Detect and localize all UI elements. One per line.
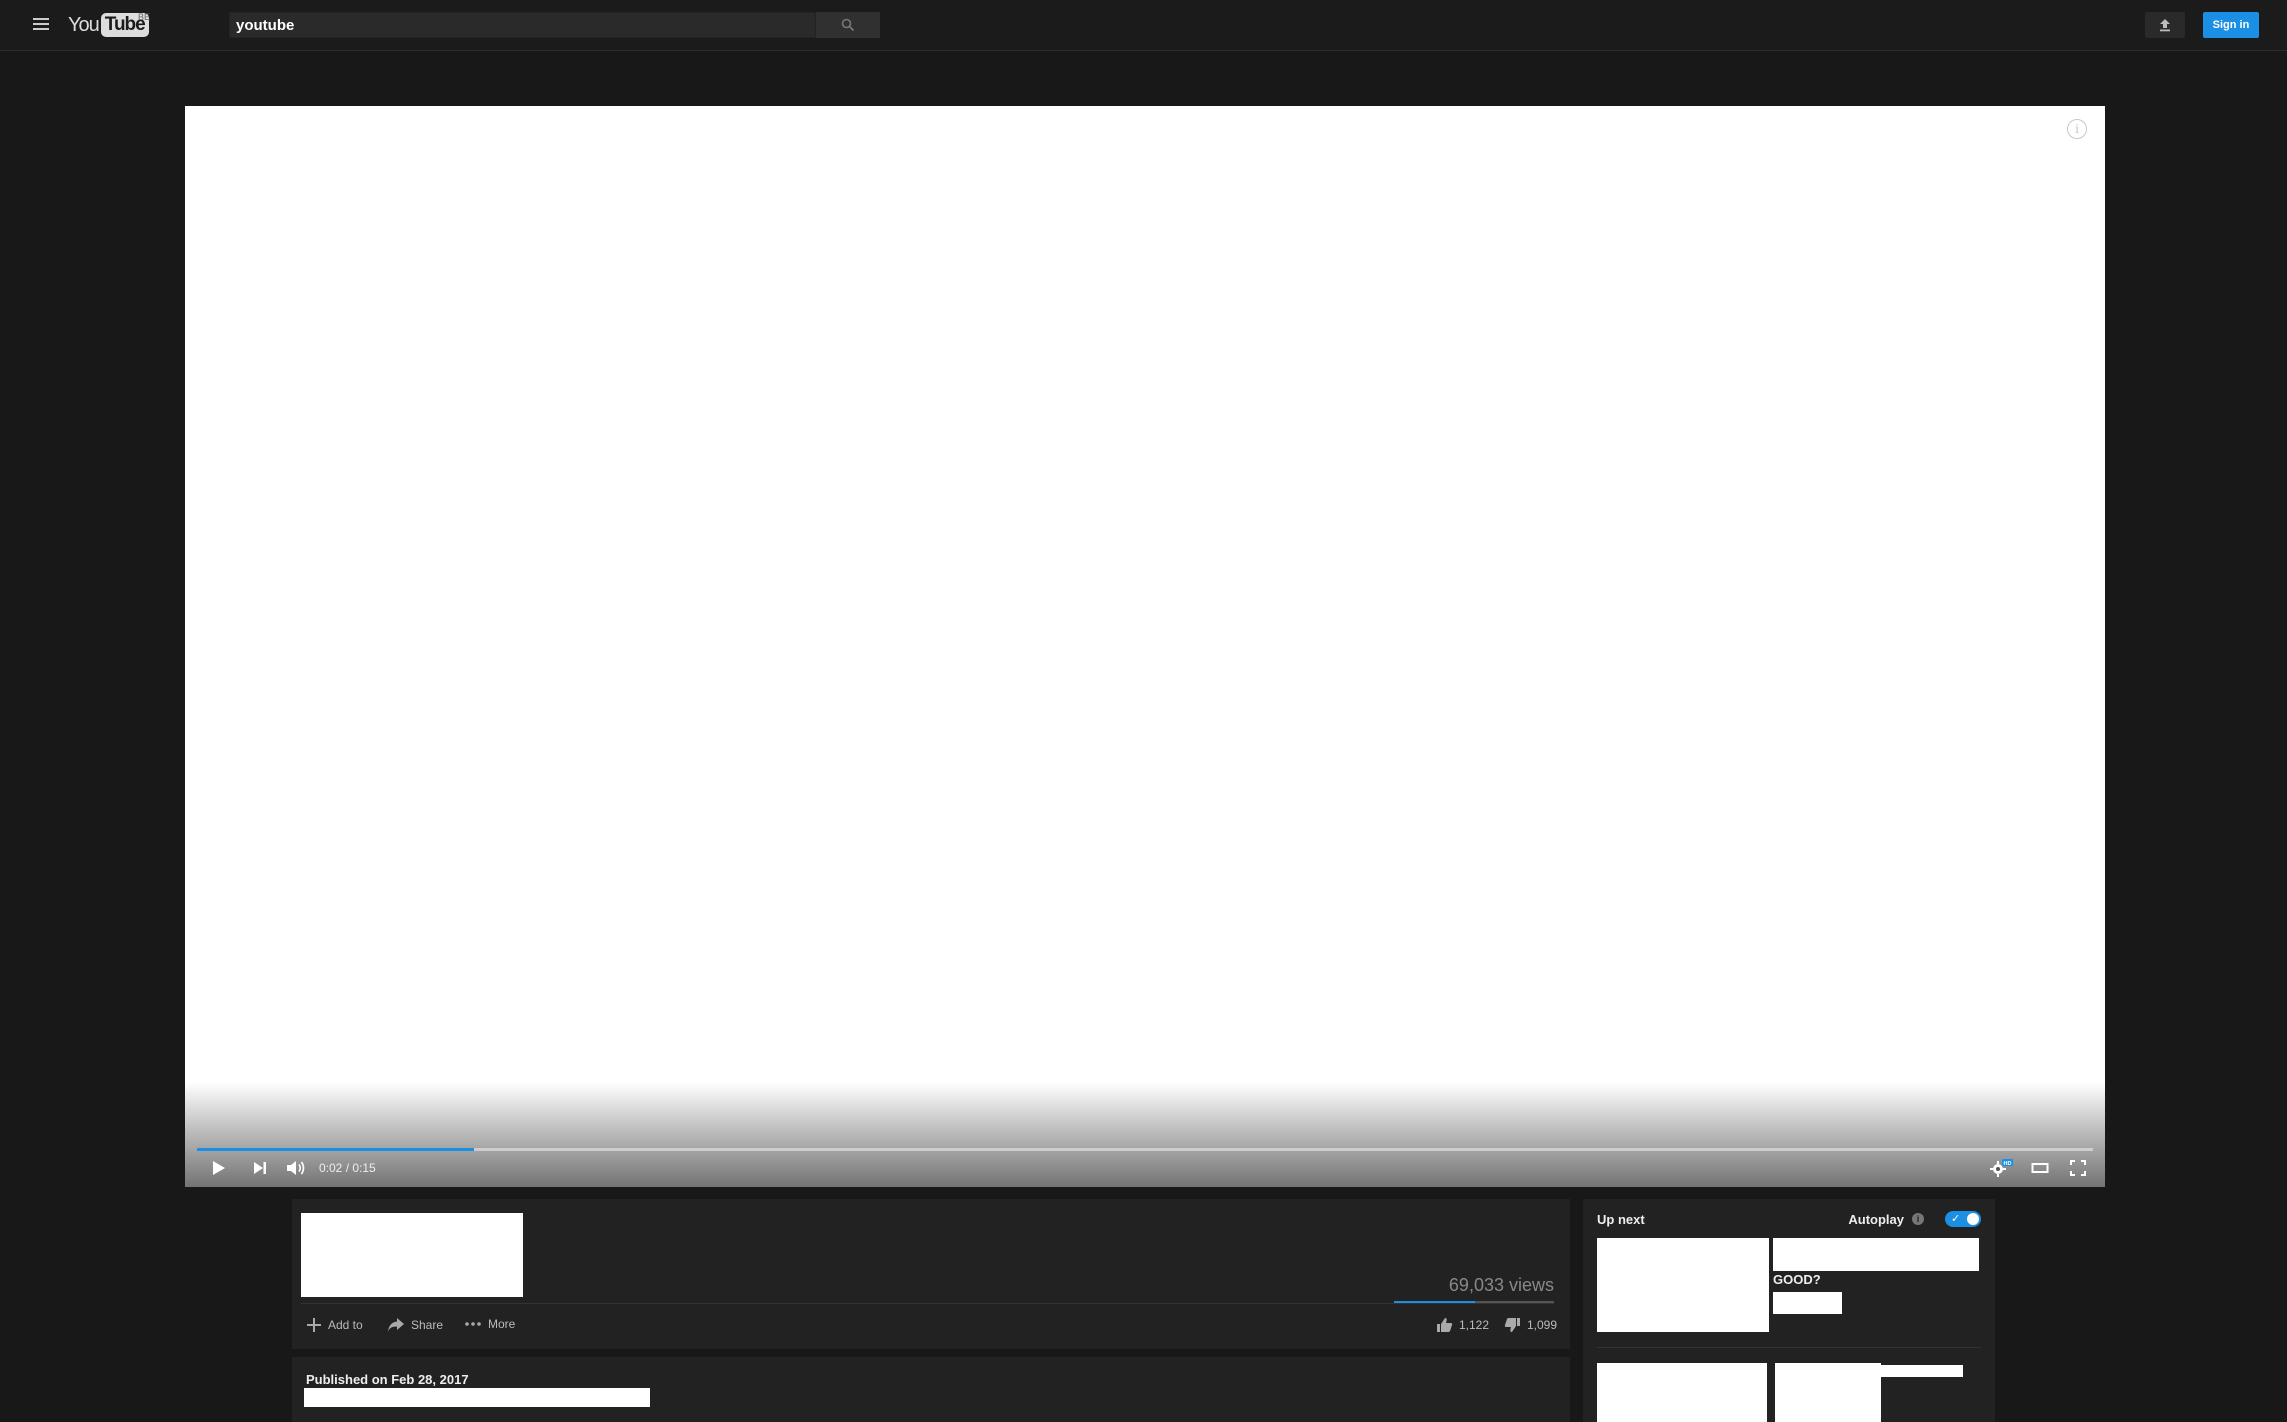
thumbs-up-icon bbox=[1437, 1318, 1453, 1332]
sidebar-divider bbox=[1597, 1347, 1981, 1348]
next-button[interactable] bbox=[249, 1157, 271, 1179]
add-to-button[interactable]: Add to bbox=[306, 1317, 363, 1333]
sentiment-bar-likes bbox=[1394, 1301, 1475, 1303]
sign-in-button[interactable]: Sign in bbox=[2203, 12, 2259, 38]
watch-next-sidebar: Up next Autoplay i ✓ GOOD? bbox=[1583, 1199, 1995, 1422]
menu-icon[interactable] bbox=[33, 18, 49, 32]
logo-you-text: You bbox=[68, 13, 100, 36]
progress-bar-played bbox=[197, 1148, 474, 1151]
related-video-thumbnail[interactable] bbox=[1597, 1363, 1767, 1422]
more-button[interactable]: More bbox=[464, 1317, 515, 1331]
upload-icon bbox=[2160, 19, 2170, 32]
related-video-title-redacted-2[interactable] bbox=[1881, 1365, 1963, 1377]
autoplay-toggle[interactable]: ✓ bbox=[1945, 1211, 1981, 1227]
masthead: You Tube BE Sign in bbox=[0, 0, 2287, 51]
logo-region-code: BE bbox=[138, 12, 151, 22]
search-input[interactable] bbox=[229, 12, 816, 38]
more-label: More bbox=[488, 1317, 516, 1331]
search-button[interactable] bbox=[816, 12, 880, 38]
play-button[interactable] bbox=[207, 1157, 231, 1179]
youtube-logo[interactable]: You Tube bbox=[68, 12, 149, 38]
share-icon bbox=[388, 1318, 404, 1332]
up-next-thumbnail[interactable] bbox=[1597, 1238, 1769, 1332]
autoplay-label: Autoplay bbox=[1848, 1212, 1904, 1227]
fullscreen-button[interactable] bbox=[2067, 1157, 2089, 1179]
next-icon bbox=[254, 1162, 266, 1174]
dislike-button[interactable]: 1,099 bbox=[1504, 1317, 1557, 1333]
up-next-channel-redacted bbox=[1773, 1292, 1842, 1314]
thumbs-down-icon bbox=[1504, 1318, 1520, 1332]
like-count: 1,122 bbox=[1459, 1318, 1490, 1332]
fullscreen-icon bbox=[2070, 1160, 2086, 1176]
like-button[interactable]: 1,122 bbox=[1436, 1317, 1489, 1333]
dislike-count: 1,099 bbox=[1527, 1318, 1558, 1332]
search-icon bbox=[841, 18, 855, 32]
up-next-heading: Up next bbox=[1597, 1212, 1645, 1227]
related-video-title-redacted[interactable] bbox=[1775, 1363, 1881, 1422]
video-title-redacted bbox=[301, 1213, 523, 1297]
settings-icon: HD bbox=[1990, 1159, 2013, 1177]
time-separator: / bbox=[342, 1161, 353, 1175]
divider bbox=[301, 1303, 1554, 1304]
description-redacted bbox=[304, 1388, 650, 1407]
upload-button[interactable] bbox=[2145, 12, 2185, 38]
theater-mode-icon bbox=[2031, 1163, 2049, 1173]
add-to-label: Add to bbox=[328, 1318, 363, 1332]
hd-badge: HD bbox=[2004, 1161, 2012, 1167]
share-label: Share bbox=[411, 1318, 444, 1332]
volume-button[interactable] bbox=[284, 1157, 308, 1179]
autoplay-info-icon[interactable]: i bbox=[1912, 1213, 1924, 1225]
more-icon bbox=[465, 1322, 481, 1326]
progress-bar[interactable] bbox=[197, 1148, 2093, 1151]
view-count: 69,033 views bbox=[1448, 1275, 1554, 1295]
check-icon: ✓ bbox=[1951, 1213, 1961, 1225]
video-primary-info: 69,033 views Add to Share More 1,122 1,0… bbox=[292, 1199, 1570, 1349]
time-total: 0:15 bbox=[352, 1161, 376, 1175]
add-icon bbox=[307, 1318, 321, 1332]
video-player[interactable]: i 0:02 / 0:15 HD bbox=[185, 106, 2105, 1187]
up-next-title-redacted[interactable] bbox=[1773, 1238, 1979, 1271]
share-button[interactable]: Share bbox=[387, 1317, 443, 1333]
publish-date: Published on Feb 28, 2017 bbox=[306, 1372, 469, 1387]
up-next-title-text[interactable]: GOOD? bbox=[1773, 1272, 1821, 1287]
controls-gradient bbox=[185, 1082, 2105, 1187]
time-display: 0:02 / 0:15 bbox=[319, 1161, 376, 1175]
settings-button[interactable]: HD bbox=[1989, 1157, 2015, 1179]
video-description: Published on Feb 28, 2017 bbox=[292, 1357, 1570, 1422]
sentiment-bar bbox=[1394, 1301, 1554, 1303]
toggle-knob bbox=[1967, 1213, 1979, 1225]
theater-mode-button[interactable] bbox=[2029, 1157, 2051, 1179]
time-current: 0:02 bbox=[319, 1161, 343, 1175]
volume-icon bbox=[287, 1161, 305, 1175]
play-icon bbox=[213, 1161, 225, 1175]
info-icon[interactable]: i bbox=[2067, 119, 2087, 139]
